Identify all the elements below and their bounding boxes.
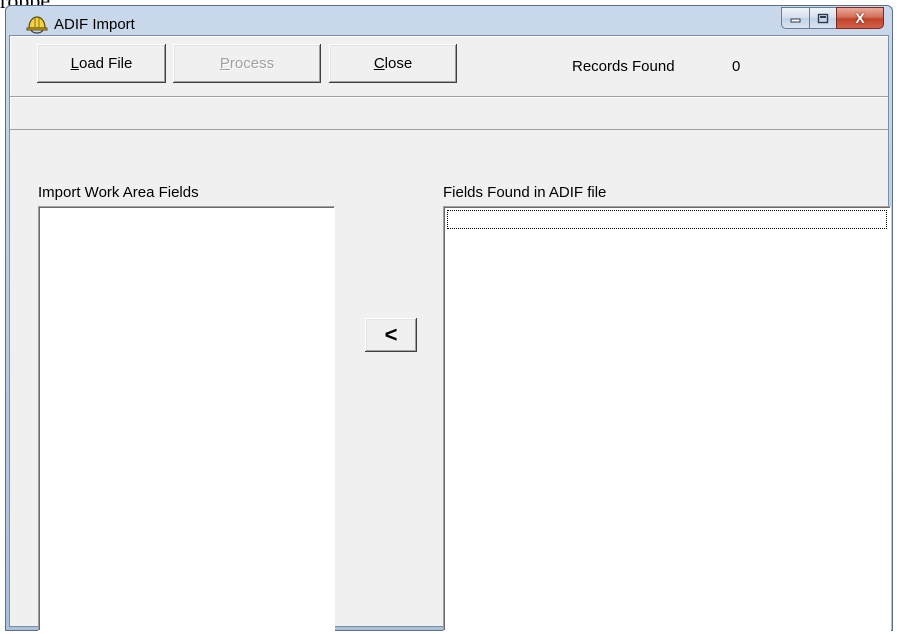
import-work-area-fields-list[interactable] — [38, 206, 335, 631]
adif-import-window: ADIF Import X Load File Process Close Re… — [5, 5, 893, 631]
close-accel: C — [373, 55, 385, 72]
minimize-icon — [790, 18, 800, 23]
window-title: ADIF Import — [54, 16, 135, 33]
load-file-label: oad File — [78, 55, 133, 72]
focus-rectangle — [447, 210, 887, 229]
process-accel: P — [219, 55, 230, 72]
records-found-count: 0 — [732, 58, 741, 75]
maximize-icon — [817, 13, 829, 23]
fields-found-label: Fields Found in ADIF file — [443, 184, 607, 201]
records-found-label: Records Found — [572, 58, 675, 75]
toolbar-panel: Load File Process Close Records Found 0 — [10, 36, 888, 130]
load-file-button[interactable]: Load File — [37, 44, 166, 83]
maximize-button[interactable] — [809, 7, 836, 29]
fields-found-list[interactable] — [443, 206, 891, 631]
move-field-left-button[interactable]: < — [365, 318, 417, 352]
caption-buttons: X — [781, 7, 884, 29]
close-x-icon: X — [855, 10, 865, 26]
toolbar-divider — [10, 96, 888, 98]
hard-hat-icon — [26, 16, 48, 34]
client-area: Load File Process Close Records Found 0 … — [9, 35, 891, 631]
close-label: lose — [384, 55, 413, 72]
process-label: rocess — [229, 55, 275, 72]
close-window-button[interactable]: X — [836, 7, 884, 29]
close-button[interactable]: Close — [329, 44, 457, 83]
process-button[interactable]: Process — [173, 44, 321, 83]
load-file-accel: L — [70, 55, 79, 72]
import-work-area-fields-label: Import Work Area Fields — [38, 184, 199, 201]
minimize-button[interactable] — [781, 7, 809, 29]
